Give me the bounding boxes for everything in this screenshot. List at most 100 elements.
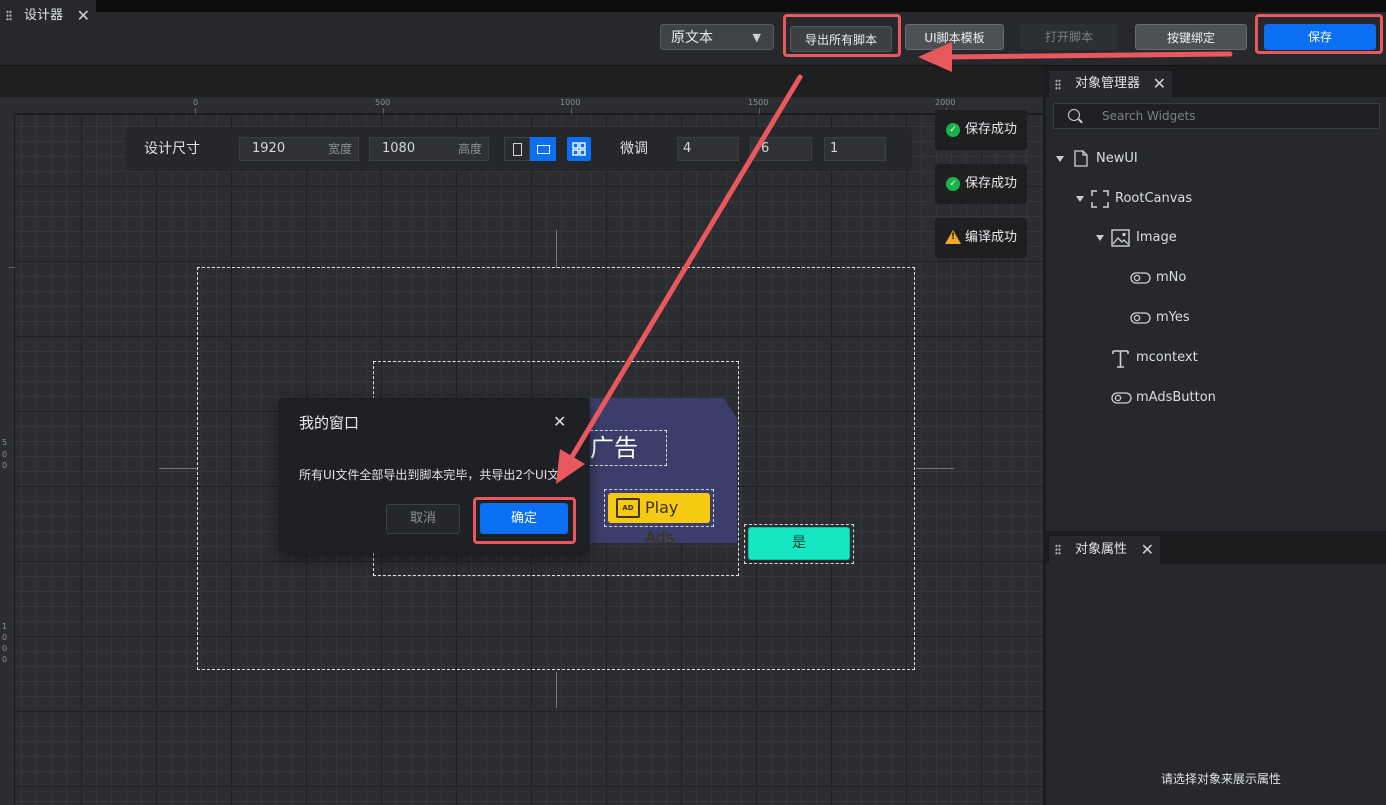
width-value: 1920	[252, 141, 286, 156]
button-icon	[1130, 312, 1151, 324]
cancel-button[interactable]: 取消	[386, 504, 460, 534]
landscape-toggle[interactable]	[530, 137, 556, 161]
tree-node-label: mAdsButton	[1136, 390, 1216, 405]
close-icon[interactable]: ✕	[77, 0, 90, 31]
design-size-bar: 设计尺寸 1920 宽度 1080 高度 微调 4 6 1	[126, 127, 912, 171]
ruler-label: 500	[375, 98, 391, 107]
drag-handle-icon[interactable]	[1055, 544, 1061, 555]
search-widgets-input[interactable]: Search Widgets	[1053, 103, 1380, 129]
annotation-highlight-save	[1255, 14, 1383, 54]
tree-node-label: Image	[1136, 230, 1177, 245]
tree-node-label: mYes	[1156, 310, 1190, 325]
toast-text: 保存成功	[965, 122, 1018, 137]
open-script-button[interactable]: 打开脚本	[1020, 24, 1118, 50]
landscape-icon	[537, 145, 550, 154]
drag-handle-icon[interactable]	[1055, 79, 1061, 90]
yes-button[interactable]: 是	[748, 527, 850, 560]
center-guide-left	[159, 468, 197, 469]
center-guide-top	[556, 230, 557, 268]
file-icon	[1074, 150, 1088, 167]
ruler-tick	[571, 108, 572, 114]
ruler-label: 0	[2, 655, 8, 664]
ad-title-text: 广告	[590, 434, 638, 462]
text-icon	[1112, 350, 1129, 368]
button-icon	[1111, 392, 1132, 404]
ruler-label: 0	[2, 633, 8, 642]
height-input[interactable]: 1080 高度	[369, 137, 489, 161]
check-circle-icon: ✓	[946, 123, 960, 137]
play-ads-label: Play Ads	[645, 498, 679, 547]
warning-icon: !	[945, 230, 961, 244]
button-icon	[1130, 272, 1151, 284]
image-icon	[1111, 229, 1130, 247]
video-ad-icon: AD	[616, 498, 640, 518]
tab-designer-label: 设计器	[24, 8, 64, 23]
toast-save-success: ✓ 保存成功	[935, 110, 1027, 150]
portrait-icon	[513, 143, 522, 156]
fine-tune-input-3[interactable]: 1	[824, 137, 886, 161]
grid-icon	[572, 142, 586, 156]
check-circle-icon: ✓	[946, 177, 960, 191]
design-size-label: 设计尺寸	[144, 141, 200, 157]
ruler-tick	[195, 108, 196, 114]
text-mode-value: 原文本	[671, 30, 713, 46]
tab-object-properties-label: 对象属性	[1075, 542, 1128, 557]
ruler-label: 0	[193, 98, 199, 107]
close-icon[interactable]: ✕	[1153, 71, 1166, 97]
ruler-vertical: 5 0 0 1 0 0 0	[0, 114, 15, 805]
grid-toggle[interactable]	[567, 137, 591, 161]
ruler-label: 0	[2, 644, 8, 653]
ui-script-template-button[interactable]: UI脚本模板	[905, 24, 1004, 50]
tree-node-label: mNo	[1156, 270, 1187, 285]
play-ads-button[interactable]: AD Play Ads	[608, 493, 710, 547]
object-properties-panel	[1046, 564, 1386, 805]
center-guide-bottom	[556, 672, 557, 708]
tab-designer[interactable]: 设计器 ✕	[0, 0, 96, 31]
ruler-tick	[759, 108, 760, 114]
tab-object-manager[interactable]: 对象管理器 ✕	[1049, 71, 1172, 97]
ruler-label: 1000	[560, 98, 581, 107]
canvas-icon	[1091, 190, 1109, 208]
fine-tune-label: 微调	[620, 141, 648, 157]
width-input[interactable]: 1920 宽度	[239, 137, 359, 161]
designer-tabbar	[0, 66, 1043, 97]
ruler-label: 0	[2, 450, 8, 459]
ruler-label: 1	[2, 622, 8, 631]
height-suffix: 高度	[457, 142, 482, 156]
expand-arrow-icon[interactable]	[1096, 235, 1104, 241]
ruler-label: 2000	[935, 98, 956, 107]
close-icon[interactable]: ✕	[553, 412, 566, 431]
tree-node-label: NewUI	[1096, 151, 1138, 166]
search-icon	[1068, 109, 1080, 121]
key-binding-button[interactable]: 按键绑定	[1135, 24, 1247, 50]
tab-object-manager-label: 对象管理器	[1075, 76, 1141, 91]
toast-compile-success: ! 编译成功	[935, 218, 1027, 258]
fine-tune-input-2[interactable]: 6	[750, 137, 812, 161]
ruler-label: 1500	[748, 98, 769, 107]
fine-tune-input-1[interactable]: 4	[677, 137, 739, 161]
portrait-toggle[interactable]	[504, 137, 530, 161]
dialog-message: 所有UI文件全部导出到脚本完毕，共导出2个UI文	[299, 468, 560, 482]
ruler-corner	[0, 97, 15, 114]
expand-arrow-icon[interactable]	[1076, 196, 1084, 202]
ruler-label: 5	[2, 438, 8, 447]
close-icon[interactable]: ✕	[1141, 536, 1154, 564]
dialog-title: 我的窗口	[299, 414, 360, 432]
text-mode-select[interactable]: 原文本 ▼	[660, 24, 774, 50]
toast-text: 编译成功	[965, 230, 1018, 245]
tab-object-properties[interactable]: 对象属性 ✕	[1049, 536, 1160, 564]
expand-arrow-icon[interactable]	[1056, 156, 1064, 162]
title-strip	[0, 0, 1386, 12]
ruler-tick	[383, 108, 384, 114]
ruler-label: 0	[2, 461, 8, 470]
toast-save-success: ✓ 保存成功	[935, 164, 1027, 204]
center-guide-right	[916, 468, 954, 469]
annotation-highlight-confirm	[473, 497, 576, 544]
tree-node-label: mcontext	[1136, 350, 1198, 365]
properties-empty-hint: 请选择对象来展示属性	[1160, 772, 1281, 786]
annotation-highlight-export	[783, 14, 901, 57]
chevron-down-icon: ▼	[752, 31, 761, 44]
toast-text: 保存成功	[965, 176, 1018, 191]
tree-node-label: RootCanvas	[1115, 191, 1193, 206]
drag-handle-icon[interactable]	[6, 10, 12, 21]
